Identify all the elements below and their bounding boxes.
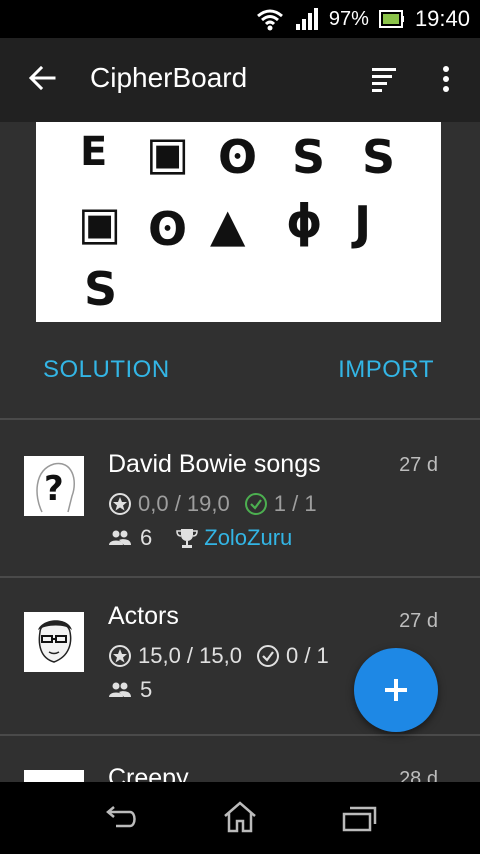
- back-nav-icon[interactable]: [102, 804, 140, 832]
- puzzle-solved: 0 / 1: [285, 643, 329, 668]
- check-circle-icon: [244, 493, 267, 515]
- status-bar: 97% 19:40: [0, 0, 480, 38]
- cipher-symbol: ϕ: [286, 194, 323, 248]
- cipher-symbol: E: [80, 129, 108, 175]
- avatar: [24, 770, 84, 782]
- puzzle-age: 28 d: [399, 768, 438, 782]
- add-fab-button[interactable]: [354, 648, 438, 732]
- player-count: 5: [140, 677, 153, 702]
- cipher-image: E ▣ ʘ S S ▣ ʘ ▲ ϕ J S: [36, 122, 441, 322]
- cipher-symbol: S: [292, 130, 326, 184]
- puzzle-score: 15,0 / 15,0: [138, 643, 242, 668]
- svg-text:?: ?: [44, 469, 64, 509]
- cipher-symbol: ʘ: [148, 202, 188, 256]
- app-bar: CipherBoard: [0, 38, 480, 122]
- cipher-symbol: S: [84, 262, 118, 316]
- puzzle-meta: 5: [108, 676, 152, 704]
- cipher-symbol: ▣: [78, 196, 122, 250]
- puzzle-age: 27 d: [399, 610, 438, 632]
- puzzle-title: David Bowie songs: [108, 450, 321, 478]
- puzzle-solved: 1 / 1: [273, 491, 317, 516]
- home-nav-icon[interactable]: [222, 800, 258, 834]
- signal-icon: [295, 8, 318, 30]
- puzzle-stats: 15,0 / 15,0 0 / 1: [108, 642, 329, 670]
- check-circle-icon: [256, 645, 279, 667]
- list-item[interactable]: Creepy 28 d: [0, 736, 480, 782]
- battery-icon: [378, 10, 404, 28]
- star-badge-icon: [109, 645, 131, 667]
- battery-percent: 97%: [328, 7, 369, 30]
- star-badge-icon: [109, 493, 131, 515]
- puzzle-title: Actors: [108, 602, 179, 630]
- puzzle-meta: 6 ZoloZuru: [108, 524, 292, 552]
- solution-button[interactable]: SOLUTION: [43, 356, 170, 384]
- sort-icon[interactable]: [370, 64, 398, 94]
- avatar: [24, 612, 84, 672]
- puzzle-stats: 0,0 / 19,0 1 / 1: [108, 490, 317, 518]
- import-button[interactable]: IMPORT: [338, 356, 434, 384]
- more-vert-icon[interactable]: [436, 64, 456, 94]
- wifi-icon: [256, 9, 283, 31]
- action-row: SOLUTION IMPORT: [0, 356, 480, 396]
- list-item[interactable]: ? David Bowie songs 27 d 0,0 / 19,0 1 / …: [0, 420, 480, 576]
- puzzle-title: Creepy: [108, 764, 189, 782]
- trophy-icon: [176, 529, 199, 548]
- people-icon: [109, 530, 131, 545]
- arrow-left-icon[interactable]: [26, 62, 58, 94]
- face-sketch-icon: [38, 620, 72, 663]
- cipher-symbol: ▣: [146, 126, 190, 180]
- recents-nav-icon[interactable]: [340, 804, 378, 834]
- player-count: 6: [140, 525, 153, 550]
- plus-icon: [385, 679, 407, 701]
- people-icon: [109, 682, 131, 697]
- system-nav-bar: [0, 782, 480, 854]
- puzzle-age: 27 d: [399, 454, 438, 476]
- cipher-symbol: S: [362, 130, 396, 184]
- cipher-symbol: ▲: [210, 198, 246, 252]
- question-head-icon: ?: [36, 462, 75, 513]
- cipher-symbol: J: [354, 196, 372, 250]
- avatar: ?: [24, 456, 84, 516]
- app-title: CipherBoard: [90, 62, 248, 93]
- winner-link[interactable]: ZoloZuru: [204, 525, 292, 551]
- puzzle-score: 0,0 / 19,0: [138, 491, 230, 516]
- cipher-symbol: ʘ: [218, 130, 258, 184]
- clock: 19:40: [414, 6, 470, 31]
